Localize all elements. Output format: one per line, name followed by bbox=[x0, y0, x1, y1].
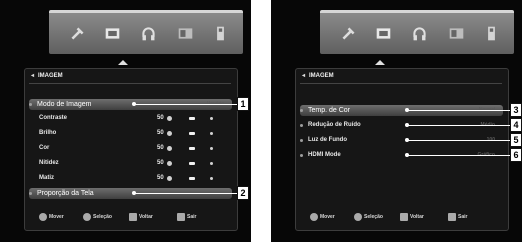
picture-icon[interactable] bbox=[104, 25, 121, 42]
decrease-icon[interactable] bbox=[167, 146, 172, 151]
callout-line bbox=[407, 110, 511, 111]
slider-thumb[interactable] bbox=[189, 162, 195, 165]
exit-key-icon bbox=[177, 213, 185, 221]
move-icon bbox=[39, 213, 47, 221]
menu-title: ◂ IMAGEM bbox=[31, 73, 63, 79]
bullet-icon bbox=[300, 124, 303, 127]
imagem-menu: ◂IMAGEM Modo de Imagem Usuário Contraste… bbox=[24, 68, 238, 231]
tv-screen-right: ◂IMAGEM Temp. de Cor Normal Redução de R… bbox=[271, 0, 522, 242]
decrease-icon[interactable] bbox=[167, 161, 172, 166]
menu-item-brilho[interactable]: Brilho 50 bbox=[29, 128, 232, 139]
exit-key-icon bbox=[448, 213, 456, 221]
move-icon bbox=[310, 213, 318, 221]
footer-exit[interactable]: Sair bbox=[177, 210, 196, 224]
footer-back[interactable]: Voltar bbox=[400, 210, 424, 224]
menu-footer: Mover Seleção Voltar Sair bbox=[31, 210, 231, 224]
callout-line bbox=[407, 125, 511, 126]
headphones-icon[interactable] bbox=[411, 25, 428, 42]
back-arrow-icon[interactable]: ◂ bbox=[302, 73, 305, 79]
channel-icon[interactable] bbox=[177, 25, 194, 42]
footer-move[interactable]: Mover bbox=[310, 210, 335, 224]
bullet-icon bbox=[300, 154, 303, 157]
main-icon-bar bbox=[49, 10, 243, 54]
menu-key-icon bbox=[400, 213, 408, 221]
bullet-icon bbox=[300, 139, 303, 142]
wrench-icon[interactable] bbox=[69, 25, 86, 42]
decrease-icon[interactable] bbox=[167, 116, 172, 121]
footer-exit[interactable]: Sair bbox=[448, 210, 467, 224]
tv-screen-left: ◂IMAGEM Modo de Imagem Usuário Contraste… bbox=[0, 0, 251, 242]
picture-icon[interactable] bbox=[375, 25, 392, 42]
footer-back[interactable]: Voltar bbox=[129, 210, 153, 224]
decrease-icon[interactable] bbox=[167, 131, 172, 136]
select-icon bbox=[354, 213, 362, 221]
increase-icon[interactable] bbox=[210, 132, 213, 135]
back-arrow-icon[interactable]: ◂ bbox=[31, 73, 34, 79]
menu-item-nitidez[interactable]: Nitidez 50 bbox=[29, 158, 232, 169]
channel-icon[interactable] bbox=[448, 25, 465, 42]
decrease-icon[interactable] bbox=[167, 176, 172, 181]
callout-badge: 5 bbox=[510, 133, 522, 147]
menu-footer: Mover Seleção Voltar Sair bbox=[302, 210, 502, 224]
increase-icon[interactable] bbox=[210, 147, 213, 150]
menu-key-icon bbox=[129, 213, 137, 221]
callout-line bbox=[134, 104, 246, 105]
bullet-icon bbox=[29, 192, 32, 195]
headphones-icon[interactable] bbox=[140, 25, 157, 42]
bullet-icon bbox=[29, 103, 32, 106]
select-icon bbox=[83, 213, 91, 221]
slider-thumb[interactable] bbox=[189, 132, 195, 135]
callout-badge: 1 bbox=[237, 97, 249, 111]
selection-pointer bbox=[118, 60, 128, 65]
callout-badge: 4 bbox=[510, 118, 522, 132]
slider-thumb[interactable] bbox=[189, 177, 195, 180]
bullet-icon bbox=[300, 109, 303, 112]
lock-icon[interactable] bbox=[483, 25, 500, 42]
increase-icon[interactable] bbox=[210, 177, 213, 180]
increase-icon[interactable] bbox=[210, 117, 213, 120]
callout-line bbox=[407, 155, 511, 156]
slider-thumb[interactable] bbox=[189, 117, 195, 120]
divider bbox=[29, 83, 231, 84]
wrench-icon[interactable] bbox=[340, 25, 357, 42]
menu-item-matiz[interactable]: Matiz 50 bbox=[29, 173, 232, 184]
slider-thumb[interactable] bbox=[189, 147, 195, 150]
callout-line bbox=[134, 193, 246, 194]
menu-title: ◂ IMAGEM bbox=[302, 73, 334, 79]
lock-icon[interactable] bbox=[212, 25, 229, 42]
callout-badge: 3 bbox=[510, 103, 522, 117]
callout-badge: 6 bbox=[510, 148, 522, 162]
menu-item-cor[interactable]: Cor 50 bbox=[29, 143, 232, 154]
menu-item-contraste[interactable]: Contraste 50 bbox=[29, 113, 232, 124]
imagem-menu: ◂IMAGEM Temp. de Cor Normal Redução de R… bbox=[295, 68, 509, 231]
increase-icon[interactable] bbox=[210, 162, 213, 165]
divider bbox=[300, 83, 502, 84]
callout-line bbox=[407, 140, 511, 141]
selection-pointer bbox=[375, 60, 385, 65]
footer-move[interactable]: Mover bbox=[39, 210, 64, 224]
callout-badge: 2 bbox=[237, 186, 249, 200]
footer-select[interactable]: Seleção bbox=[354, 210, 383, 224]
footer-select[interactable]: Seleção bbox=[83, 210, 112, 224]
main-icon-bar bbox=[320, 10, 514, 54]
